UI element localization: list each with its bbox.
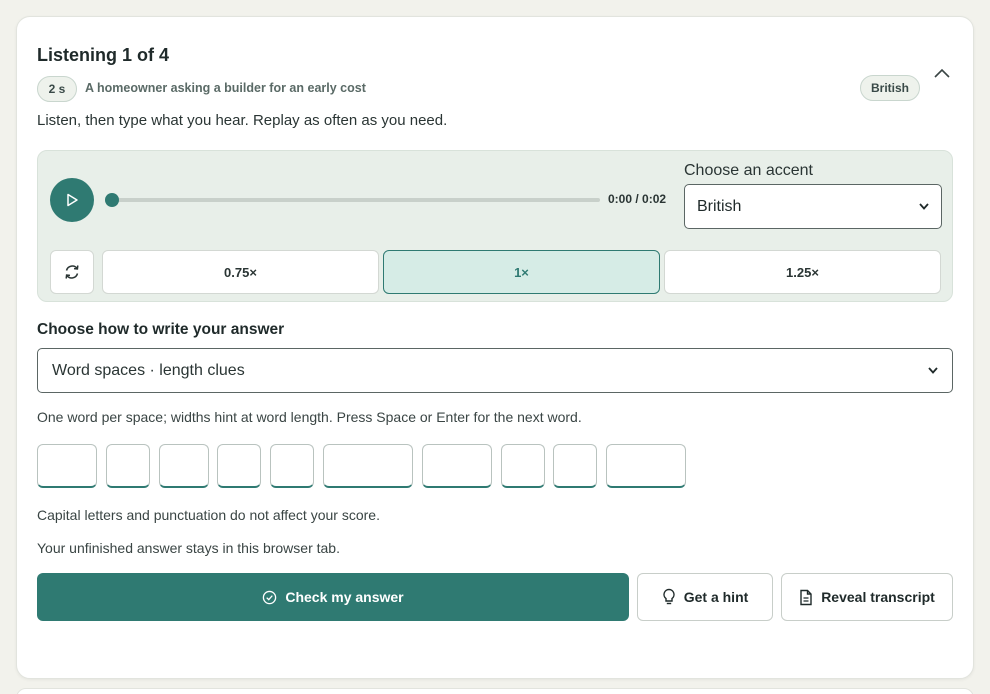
word-input[interactable]: [159, 444, 209, 488]
word-input[interactable]: [422, 444, 492, 488]
progress-track[interactable]: [105, 193, 600, 207]
answer-mode-value: Word spaces · length clues: [52, 361, 245, 379]
collapse-button[interactable]: [931, 62, 953, 84]
audio-player: 0:00 / 0:02 Choose an accent British 0.7…: [37, 150, 953, 302]
reveal-transcript-button[interactable]: Reveal transcript: [781, 573, 953, 621]
speed-button-normal[interactable]: 1×: [383, 250, 660, 294]
word-input[interactable]: [501, 444, 545, 488]
accent-select-label: Choose an accent: [684, 162, 813, 179]
replay-button[interactable]: [50, 250, 94, 294]
accent-badge: British: [860, 75, 920, 101]
word-input[interactable]: [106, 444, 150, 488]
speed-button-slow[interactable]: 0.75×: [102, 250, 379, 294]
time-readout: 0:00 / 0:02: [608, 192, 667, 206]
word-input[interactable]: [323, 444, 413, 488]
check-answer-button[interactable]: Check my answer: [37, 573, 629, 621]
chevron-down-icon: [919, 203, 929, 210]
replay-icon: [65, 265, 79, 279]
chevron-up-icon: [934, 68, 950, 78]
word-input[interactable]: [37, 444, 97, 488]
play-button[interactable]: [50, 178, 94, 222]
reveal-transcript-label: Reveal transcript: [821, 589, 935, 605]
scenario-text: A homeowner asking a builder for an earl…: [85, 81, 366, 95]
accent-select[interactable]: British: [684, 184, 942, 229]
word-input[interactable]: [606, 444, 686, 488]
duration-badge: 2 s: [37, 76, 77, 102]
progress-thumb[interactable]: [105, 193, 119, 207]
exercise-card: Listening 1 of 4 2 s A homeowner asking …: [16, 16, 974, 679]
word-input[interactable]: [217, 444, 261, 488]
word-input[interactable]: [270, 444, 314, 488]
lightbulb-icon: [663, 588, 675, 605]
hint-label: Get a hint: [683, 589, 749, 605]
answer-mode-select[interactable]: Word spaces · length clues: [37, 348, 953, 393]
next-card-edge: [16, 688, 974, 694]
exercise-title: Listening 1 of 4: [37, 45, 170, 65]
check-answer-label: Check my answer: [285, 589, 404, 605]
word-input[interactable]: [553, 444, 597, 488]
answer-mode-hint: One word per space; widths hint at word …: [37, 409, 582, 425]
speed-button-fast[interactable]: 1.25×: [664, 250, 941, 294]
saving-note: Your unfinished answer stays in this bro…: [37, 540, 340, 556]
document-icon: [800, 589, 812, 605]
answer-mode-label: Choose how to write your answer: [37, 321, 285, 338]
check-circle-icon: [263, 590, 277, 604]
hint-button[interactable]: Get a hint: [637, 573, 773, 621]
accent-select-value: British: [697, 197, 742, 215]
chevron-down-icon: [928, 367, 938, 374]
instructions-text: Listen, then type what you hear. Replay …: [37, 112, 448, 129]
scoring-note: Capital letters and punctuation do not a…: [37, 507, 380, 523]
play-icon: [67, 193, 78, 207]
